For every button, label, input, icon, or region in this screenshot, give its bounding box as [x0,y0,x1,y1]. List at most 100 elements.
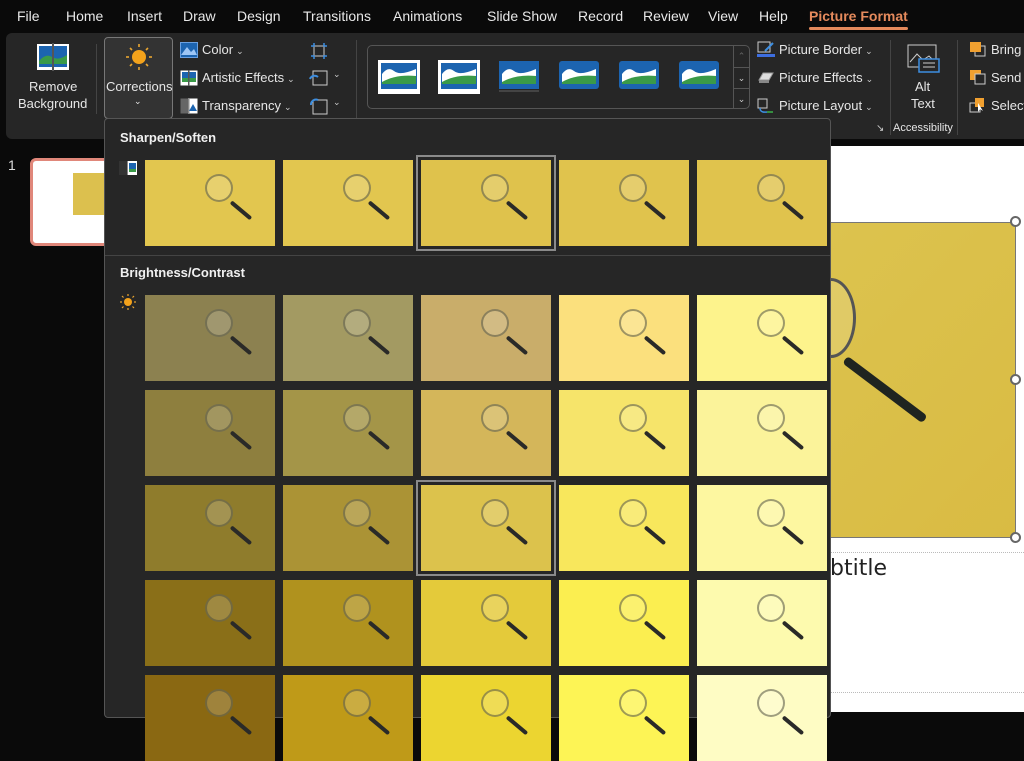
brightness-contrast-option[interactable] [145,580,275,666]
remove-background-button[interactable]: Remove Background [14,38,92,118]
artistic-effects-button[interactable]: Artistic Effects ⌄ [180,69,300,89]
brightness-contrast-option[interactable] [421,295,551,381]
picture-style-1[interactable] [378,60,420,94]
corrections-button[interactable]: Corrections ⌄ [104,37,173,119]
sharpen-soften-option[interactable] [559,160,689,246]
picture-border-button[interactable]: Picture Border ⌄ [757,41,877,61]
picture-style-6[interactable] [678,60,720,94]
tab-record[interactable]: Record [578,8,623,24]
magnifier-lens [343,689,371,717]
magnifier-lens [757,174,785,202]
magnifier-lens [205,594,233,622]
brightness-contrast-option[interactable] [416,480,556,576]
brightness-contrast-option[interactable] [559,675,689,761]
brightness-contrast-option[interactable] [421,580,551,666]
bring-forward-icon [970,42,986,57]
magnifier-lens [343,174,371,202]
brightness-contrast-option[interactable] [421,390,551,476]
magnifier-lens [619,594,647,622]
picture-layout-button[interactable]: Picture Layout ⌄ [757,97,877,117]
sharpen-soften-title: Sharpen/Soften [120,130,217,145]
tab-draw[interactable]: Draw [183,8,216,24]
brightness-contrast-option[interactable] [697,580,827,666]
tab-transitions[interactable]: Transitions [303,8,371,24]
brightness-contrast-option[interactable] [697,485,827,571]
magnifier-lens [343,499,371,527]
selected-picture[interactable] [806,222,1016,538]
transparency-button[interactable]: Transparency ⌄ [180,97,300,117]
change-picture-button[interactable]: ⌄ [308,69,344,89]
tab-home[interactable]: Home [66,8,103,24]
tab-view[interactable]: View [708,8,738,24]
magnifier-handle [367,620,391,641]
tab-insert[interactable]: Insert [127,8,162,24]
tab-help[interactable]: Help [759,8,788,24]
brightness-contrast-option[interactable] [283,485,413,571]
magnifier-handle [367,430,391,451]
resize-handle-right[interactable] [1010,374,1021,385]
sharpen-soften-option[interactable] [416,155,556,251]
brightness-contrast-option[interactable] [559,390,689,476]
magnifier-handle [505,200,529,221]
gallery-more[interactable]: ⌄ [733,88,749,109]
brightness-contrast-option[interactable] [145,390,275,476]
magnifier-handle [643,335,667,356]
brightness-contrast-option[interactable] [559,485,689,571]
brightness-contrast-option[interactable] [559,580,689,666]
transparency-label: Transparency ⌄ [202,98,292,113]
picture-style-icon [619,61,659,89]
picture-style-2[interactable] [438,60,480,94]
brightness-contrast-option[interactable] [283,390,413,476]
picture-style-5[interactable] [618,60,660,94]
magnifier-handle [367,525,391,546]
sharpen-soften-option[interactable] [283,160,413,246]
picture-effects-button[interactable]: Picture Effects ⌄ [757,69,877,89]
brightness-contrast-option[interactable] [697,675,827,761]
brightness-contrast-option[interactable] [697,390,827,476]
magnifier-handle [367,200,391,221]
artistic-effects-label: Artistic Effects ⌄ [202,70,295,85]
picture-style-4[interactable] [558,60,600,94]
brightness-contrast-option[interactable] [283,580,413,666]
tab-slide-show[interactable]: Slide Show [487,8,557,24]
selection-pane-button[interactable]: Select [969,97,1024,117]
brightness-contrast-option[interactable] [697,295,827,381]
sharpen-soften-option[interactable] [697,160,827,246]
tab-design[interactable]: Design [237,8,281,24]
compress-pictures-icon[interactable] [310,42,328,60]
magnifier-lens [757,499,785,527]
tab-animations[interactable]: Animations [393,8,462,24]
brightness-contrast-option[interactable] [145,485,275,571]
magnifier-lens [757,309,785,337]
alt-text-button[interactable]: Alt Text [898,40,950,118]
brightness-contrast-option[interactable] [559,295,689,381]
artistic-effects-icon [180,70,198,86]
picture-style-3[interactable] [498,60,540,94]
sharpen-soften-option[interactable] [145,160,275,246]
tab-picture-format[interactable]: Picture Format [809,8,908,30]
accessibility-group-label: Accessibility [893,122,953,134]
reset-picture-icon [310,98,328,115]
brightness-contrast-option[interactable] [283,295,413,381]
reset-picture-button[interactable]: ⌄ [308,97,344,117]
brightness-contrast-option[interactable] [283,675,413,761]
resize-handle-top-right[interactable] [1010,216,1021,227]
magnifier-lens [619,404,647,432]
tab-review[interactable]: Review [643,8,689,24]
color-button[interactable]: Color ⌄ [180,41,260,61]
bring-forward-button[interactable]: Bring [969,41,1024,61]
gallery-scroll-up[interactable]: ⌃ [733,46,749,67]
magnifier-handle [505,715,529,736]
subtitle-text[interactable]: btitle [830,556,887,581]
brightness-contrast-option[interactable] [145,295,275,381]
brightness-contrast-option[interactable] [421,675,551,761]
resize-handle-bottom-right[interactable] [1010,532,1021,543]
gallery-scroll-down[interactable]: ⌄ [733,67,749,88]
brightness-contrast-option[interactable] [145,675,275,761]
tab-file[interactable]: File [17,8,40,24]
sharpen-soften-icon [119,161,137,175]
picture-style-icon [499,61,539,92]
magnifier-handle [781,525,805,546]
dialog-launcher-icon[interactable]: ↘ [876,123,884,134]
send-backward-button[interactable]: Send [969,69,1024,89]
